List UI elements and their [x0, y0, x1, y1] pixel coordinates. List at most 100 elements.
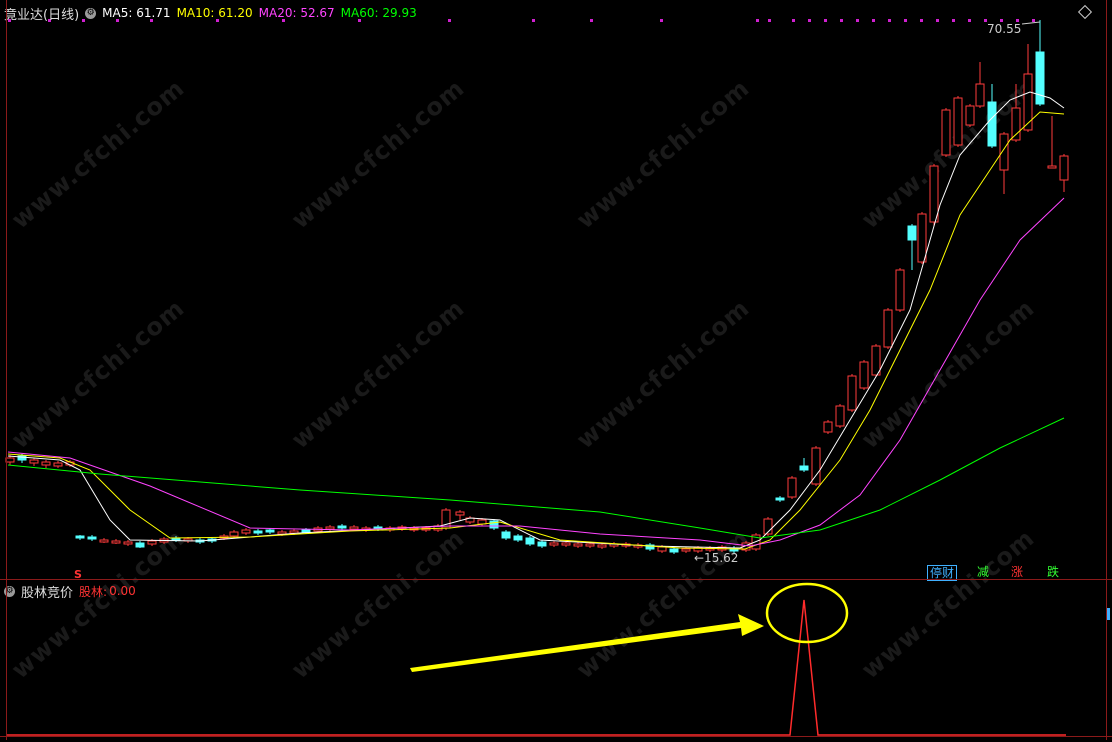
candle-body: [681, 548, 691, 552]
candle-body: [123, 541, 133, 545]
candle-body: [871, 345, 881, 376]
candle-body: [265, 529, 275, 533]
candle-body: [53, 462, 63, 467]
signal-dot: [792, 19, 795, 22]
signal-dot: [824, 19, 827, 22]
candle-body: [561, 542, 571, 546]
signal-dot: [920, 19, 923, 22]
tag-die[interactable]: 跌: [1045, 565, 1061, 579]
candle-body: [975, 83, 985, 107]
signal-dot: [872, 19, 875, 22]
pointer-arrow: [410, 614, 764, 672]
candle-body: [1059, 155, 1069, 181]
candle-body: [253, 530, 263, 534]
ma20-label: MA20: 52.67: [258, 6, 335, 20]
signal-dot: [448, 19, 451, 22]
candle-body: [835, 405, 845, 427]
signal-dot: [856, 19, 859, 22]
candle-body: [573, 543, 583, 547]
candle-body: [537, 541, 547, 547]
candle-body: [135, 542, 145, 548]
candle-body: [325, 526, 335, 530]
ma5-label: MA5: 61.71: [102, 6, 171, 20]
ma20-line: [7, 197, 1065, 547]
left-border: [6, 0, 7, 740]
signal-dot: [756, 19, 759, 22]
signal-dot: [660, 19, 663, 22]
settings-icon[interactable]: ⚙: [85, 7, 97, 19]
candle-body: [5, 457, 15, 463]
signal-dot: [840, 19, 843, 22]
right-border: [1106, 0, 1107, 740]
tag-jian[interactable]: 减: [975, 565, 991, 579]
indicator-header: ⚙ 股林竞价 股林: 0.00: [4, 582, 142, 601]
candle-body: [289, 530, 299, 534]
candle-body: [99, 539, 109, 543]
signal-dot: [904, 19, 907, 22]
candle-body: [987, 101, 997, 147]
candle-body: [965, 105, 975, 126]
candle-body: [929, 165, 939, 223]
candle-body: [513, 535, 523, 541]
candle-body: [301, 529, 311, 533]
signal-dot: [768, 19, 771, 22]
indicator-title: 股林竞价: [21, 585, 74, 601]
candle-body: [41, 461, 51, 466]
candle-body: [87, 536, 97, 540]
candle-body: [597, 544, 607, 548]
ma60-line: [7, 417, 1065, 539]
ma10-label: MA10: 61.20: [176, 6, 253, 20]
indicator-pane[interactable]: ⚙ 股林竞价 股林: 0.00: [0, 580, 1112, 742]
candlestick-chart[interactable]: [0, 0, 1112, 580]
candle-body: [859, 361, 869, 389]
candle-body: [941, 109, 951, 156]
candle-body: [787, 477, 797, 498]
bottom-border: [0, 736, 1112, 737]
signal-dot: [590, 19, 593, 22]
signal-dot: [808, 19, 811, 22]
candle-body: [525, 537, 535, 545]
candle-body: [585, 543, 595, 547]
indicator-name: 股林:: [79, 584, 108, 599]
indicator-value: 0.00: [109, 584, 136, 598]
candle-body: [669, 548, 679, 553]
candle-body: [907, 225, 917, 241]
main-header: 竟业达(日线) ⚙ MA5: 61.71 MA10: 61.20 MA20: 5…: [4, 4, 423, 23]
signal-dot: [1032, 19, 1035, 22]
candle-body: [501, 531, 511, 539]
ma60-label: MA60: 29.93: [340, 6, 417, 20]
candle-body: [775, 497, 785, 501]
high-arrow: [1021, 21, 1041, 25]
candle-body: [29, 459, 39, 464]
pane-divider: [0, 579, 1112, 580]
ma10-line: [7, 111, 1065, 550]
candle-body: [823, 421, 833, 433]
candle-body: [455, 511, 465, 516]
signal-dot: [532, 19, 535, 22]
candle-body: [999, 133, 1009, 171]
candle-body: [847, 375, 857, 411]
candle-body: [277, 531, 287, 535]
candle-body: [1047, 165, 1057, 169]
signal-dot: [968, 19, 971, 22]
candle-body: [549, 542, 559, 546]
high-price-label: 70.55: [987, 22, 1022, 36]
low-price-label: ←15.62: [694, 551, 739, 565]
candle-body: [1023, 73, 1033, 131]
candle-body: [337, 525, 347, 529]
candle-body: [229, 531, 239, 537]
candle-body: [799, 465, 809, 471]
candle-body: [1011, 107, 1021, 141]
indicator-line: [6, 599, 1066, 736]
candle-body: [883, 309, 893, 348]
candle-body: [111, 540, 121, 544]
indicator-chart[interactable]: [0, 580, 1112, 742]
tag-zhang[interactable]: 涨: [1009, 565, 1025, 579]
main-chart-pane[interactable]: 竟业达(日线) ⚙ MA5: 61.71 MA10: 61.20 MA20: 5…: [0, 0, 1112, 581]
candle-body: [349, 526, 359, 530]
candle-body: [147, 540, 157, 545]
signal-dot: [952, 19, 955, 22]
signal-dot: [888, 19, 891, 22]
stock-title: 竟业达(日线): [4, 7, 80, 23]
candle-body: [241, 529, 251, 534]
